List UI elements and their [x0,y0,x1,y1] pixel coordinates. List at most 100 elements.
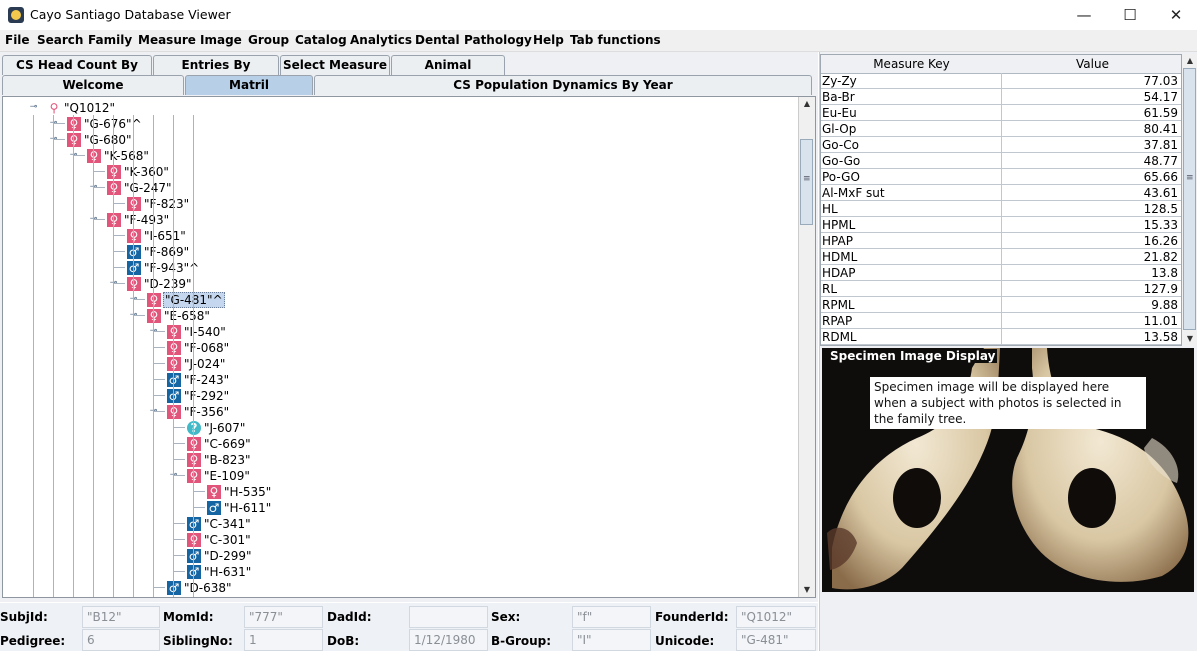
menu-pathology[interactable]: Pathology [464,33,532,47]
dob-field[interactable]: 1/12/1980 [409,629,488,651]
tree-node[interactable]: ♂ "F-243" [167,371,230,387]
menu-dental[interactable]: Dental [415,33,460,47]
table-row[interactable]: Zy-Zy 77.03 [821,73,1181,89]
family-tree[interactable]: ⚲ "Q1012" ⊸ ♀ "G-676"^ ⊸ ♀ "G-680" ⊸ ♀ "K-568" ⊸ ♀ "K… [3,97,800,597]
tree-node[interactable]: ? "J-607" [187,419,246,435]
table-row[interactable]: Gl-Op 80.41 [821,121,1181,137]
tree-node[interactable]: ♂ "D-638" [167,579,233,595]
mom-id-field[interactable]: "777" [244,606,323,628]
tab-cs-head-count[interactable]: CS Head Count By Year [2,55,152,90]
table-row[interactable]: Eu-Eu 61.59 [821,105,1181,121]
table-row[interactable]: HPAP 16.26 [821,233,1181,249]
maximize-button[interactable]: ☐ [1107,0,1153,30]
female-icon: ♀ [67,132,81,147]
measure-scroll-down-icon[interactable]: ▼ [1182,332,1197,346]
table-row[interactable]: HDML 21.82 [821,249,1181,265]
menu-search[interactable]: Search [37,33,83,47]
measure-table-scrollbar[interactable]: ▲ ▼ [1182,54,1197,346]
tab-entries-by-founder[interactable]: Entries By Founder [153,55,279,90]
measure-scroll-up-icon[interactable]: ▲ [1182,54,1197,68]
tree-node[interactable]: ♀ "I-651" [127,227,187,243]
measure-value-cell: 13.8 [1002,265,1181,281]
tree-guide-line [153,115,154,597]
b-group-field[interactable]: "I" [572,629,651,651]
menu-catalog[interactable]: Catalog [295,33,347,47]
tree-node[interactable]: ♀ "D-239" [127,275,193,291]
tree-node[interactable]: ♀ "G-247" [107,179,173,195]
tree-node[interactable]: ♀ "B-823" [187,451,252,467]
table-row[interactable]: HL 128.5 [821,201,1181,217]
value-header[interactable]: Value [1002,55,1181,74]
measure-table[interactable]: Measure Key Value Zy-Zy 77.03 Ba-Br 54.17 Eu… [820,54,1182,346]
menu-measure[interactable]: Measure [138,33,196,47]
table-row[interactable]: Ba-Br 54.17 [821,89,1181,105]
sex-field[interactable]: "f" [572,606,651,628]
subj-id-field[interactable]: "B12" [82,606,160,628]
tree-node[interactable]: ♀ "C-301" [187,531,252,547]
tree-node[interactable]: ♀ "I-540" [167,323,227,339]
menu-image[interactable]: Image [200,33,242,47]
tab-animal-selection[interactable]: Animal Selection [391,55,505,90]
tree-node[interactable]: ♀ "E-109" [187,467,251,483]
tree-node[interactable]: ♀ "J-024" [167,355,226,371]
tree-scroll-thumb[interactable] [800,139,813,225]
tree-node[interactable]: ♂ "F-292" [167,387,230,403]
close-button[interactable]: ✕ [1153,0,1197,30]
tree-vertical-scrollbar[interactable]: ▲ ▼ [798,97,815,597]
tree-node[interactable]: ♀ "F-356" [167,403,230,419]
expand-toggle-icon[interactable]: ⊸ [29,103,38,112]
tree-node[interactable]: ♀ "H-535" [207,483,272,499]
measure-scroll-thumb[interactable] [1183,68,1196,330]
menu-help[interactable]: Help [533,33,564,47]
tree-node[interactable]: ♂ "D-299" [187,547,253,563]
tab-welcome[interactable]: Welcome [2,75,184,95]
measure-key-header[interactable]: Measure Key [821,55,1003,74]
tree-node[interactable]: ♀ "C-669" [187,435,252,451]
subject-details: SubjId: "B12" MomId: "777" DadId: Sex: "… [0,603,818,651]
table-row[interactable]: HPML 15.33 [821,217,1181,233]
sibling-no-field[interactable]: 1 [244,629,323,651]
unicode-field[interactable]: "G-481" [736,629,816,651]
table-row[interactable]: Al-MxF sut 43.61 [821,185,1181,201]
menu-tab-functions[interactable]: Tab functions [570,33,661,47]
tree-node[interactable]: ♀ "F-068" [167,339,230,355]
tree-node[interactable]: ♂ "F-943"^ [127,259,200,275]
table-row[interactable]: Po-GO 65.66 [821,169,1181,185]
menu-analytics[interactable]: Analytics [350,33,412,47]
table-row[interactable]: Go-Go 48.77 [821,153,1181,169]
tree-node[interactable]: ♂ "F-869" [127,243,190,259]
tree-node[interactable]: ♂ "C-341" [187,515,252,531]
measure-key-cell: HDAP [821,265,1002,281]
tree-node[interactable]: ♀ "K-360" [107,163,170,179]
table-row[interactable]: HDAP 13.8 [821,265,1181,281]
pedigree-field[interactable]: 6 [82,629,160,651]
tree-node[interactable]: ♀ "F-493" [107,211,170,227]
table-row[interactable]: Go-Co 37.81 [821,137,1181,153]
tree-node[interactable]: ♀ "E-658" [147,307,211,323]
tree-node[interactable]: ⚲ "Q1012" [47,99,116,115]
tree-node[interactable]: ♀ "G-481"^ [147,291,225,308]
mom-id-label: MomId: [163,610,214,624]
table-row[interactable]: RPAP 11.01 [821,313,1181,329]
tree-node[interactable]: ♂ "H-631" [187,563,252,579]
female-icon: ♀ [167,404,181,419]
dad-id-field[interactable] [409,606,488,628]
tab-select-measure[interactable]: Select Measure [280,55,390,75]
tree-node[interactable]: ♀ "G-680" [67,131,133,147]
table-row[interactable]: RL 127.9 [821,281,1181,297]
minimize-button[interactable]: — [1061,0,1107,30]
tree-node[interactable]: ♀ "G-676"^ [67,115,143,131]
table-row[interactable]: RPML 9.88 [821,297,1181,313]
tree-node[interactable]: ♀ "F-823" [127,195,190,211]
tree-node[interactable]: ♀ "K-568" [87,147,150,163]
menu-group[interactable]: Group [248,33,289,47]
tree-node[interactable]: ♂ "H-611" [207,499,272,515]
founder-id-field[interactable]: "Q1012" [736,606,816,628]
tab-matril[interactable]: Matril [185,75,313,95]
menu-file[interactable]: File [5,33,30,47]
menu-family[interactable]: Family [88,33,132,47]
tab-cs-population-dynamics[interactable]: CS Population Dynamics By Year [314,75,812,95]
scroll-up-arrow-icon[interactable]: ▲ [799,97,815,111]
table-row[interactable]: RDML 13.58 [821,329,1181,345]
scroll-down-arrow-icon[interactable]: ▼ [799,583,815,597]
